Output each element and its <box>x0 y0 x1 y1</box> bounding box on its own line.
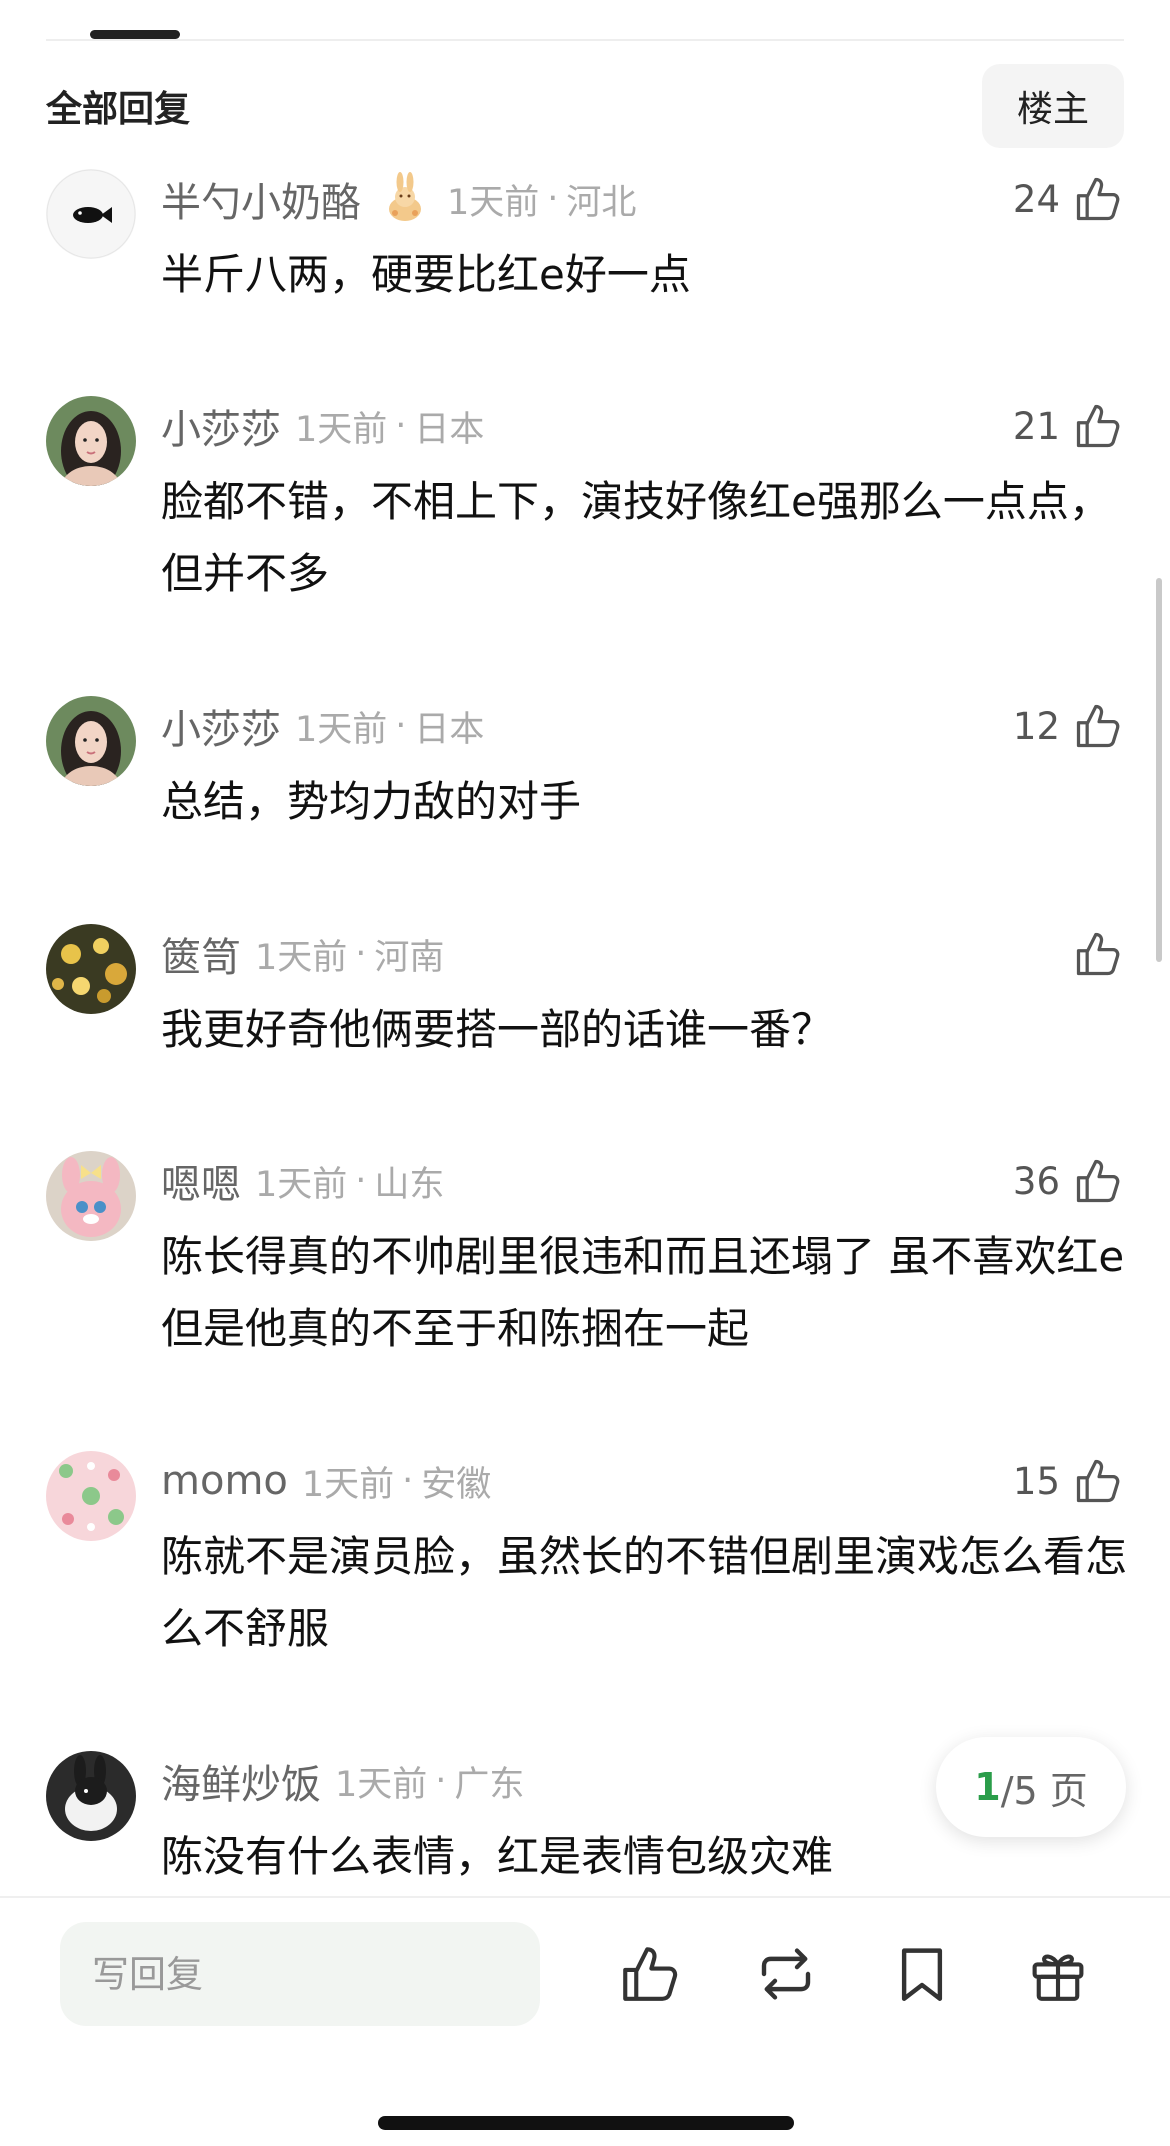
thumbs-up-icon <box>1076 404 1120 448</box>
like-button[interactable]: 24 <box>1013 169 1124 229</box>
comment-meta: momo 1天前 · 安徽 <box>161 1451 491 1511</box>
comment-meta: 小莎莎 1天前 · 日本 <box>161 696 484 756</box>
username[interactable]: 海鲜炒饭 <box>161 1752 321 1810</box>
gift-action-button[interactable] <box>1018 1934 1098 2014</box>
like-button[interactable]: 36 <box>1013 1151 1124 1211</box>
comment-time: 1天前 <box>295 709 388 750</box>
reply-input[interactable] <box>60 1922 540 2026</box>
like-icon <box>623 1947 678 2001</box>
bookmark-action-button[interactable] <box>882 1934 962 2014</box>
gift-icon <box>1032 1954 1084 2001</box>
like-button[interactable]: 21 <box>1013 396 1124 456</box>
username[interactable]: momo <box>161 1458 288 1504</box>
like-count: 36 <box>1012 1159 1060 1203</box>
scrollbar[interactable] <box>1156 578 1162 962</box>
comment-region: 安徽 <box>421 1464 492 1505</box>
comment-text: 半斤八两，硬要比红e好一点 <box>161 250 691 299</box>
comment-region: 河北 <box>566 182 637 223</box>
comment-item: 篋笥 1天前 · 河南 我更好奇他俩要搭一部的话谁一番？ <box>46 924 1124 1074</box>
like-count: 15 <box>1012 1459 1060 1503</box>
comment-item: 半勺小奶酪 1天前 · 河北 24 半斤八两，硬要比红e好一点 <box>46 169 1124 319</box>
username[interactable]: 篋笥 <box>161 925 241 983</box>
comment-meta: 小莎莎 1天前 · 日本 <box>161 396 484 456</box>
comment-text: 脸都不错，不相上下，演技好像红e强那么一点点，但并不多 <box>161 477 1111 598</box>
page-indicator-button[interactable]: 1 /5 页 <box>936 1737 1126 1837</box>
like-count: 21 <box>1012 404 1060 448</box>
comment-time: 1天前 <box>335 1764 428 1805</box>
meta-separator: · <box>547 179 559 219</box>
home-indicator[interactable] <box>378 2116 794 2130</box>
thumbs-up-icon <box>1076 177 1120 221</box>
bookmark-icon <box>901 1948 943 2001</box>
comment-page: 全部回复 楼主 半勺小奶酪 1天前 · 河北 24 半斤八两，硬要比红e好一点 … <box>0 0 1170 2146</box>
repost-action-button[interactable] <box>746 1934 826 2014</box>
current-page: 1 <box>974 1765 1001 1809</box>
comment-time: 1天前 <box>301 1464 395 1505</box>
comment-text: 我更好奇他俩要搭一部的话谁一番？ <box>161 1005 834 1054</box>
thumbs-up-icon <box>1076 932 1120 976</box>
pink-bunny-avatar-icon[interactable] <box>46 1151 136 1241</box>
comment-time: 1天前 <box>255 937 348 978</box>
meta-separator: · <box>355 1161 367 1201</box>
comment-meta: 嗯嗯 1天前 · 山东 <box>161 1151 444 1211</box>
total-pages: /5 页 <box>1000 1768 1088 1813</box>
fish-avatar-icon[interactable] <box>46 169 136 259</box>
rabbit-photo-avatar-icon[interactable] <box>46 1751 136 1841</box>
op-only-filter-button[interactable]: 楼主 <box>982 64 1124 148</box>
lantern-avatar-icon[interactable] <box>46 924 136 1014</box>
thumbs-up-icon <box>1076 1459 1120 1503</box>
comment-text: 陈就不是演员脸，虽然长的不错但剧里演戏怎么看怎么不舒服 <box>161 1532 1128 1653</box>
comment-item: 小莎莎 1天前 · 日本 12 总结，势均力敌的对手 <box>46 696 1124 846</box>
comment-time: 1天前 <box>295 409 388 450</box>
comment-meta: 篋笥 1天前 · 河南 <box>161 924 444 984</box>
meta-separator: · <box>395 706 407 746</box>
all-replies-title: 全部回复 <box>46 89 191 130</box>
comment-meta: 海鲜炒饭 1天前 · 广东 <box>161 1751 524 1811</box>
rabbit-badge-icon <box>377 171 433 227</box>
comment-item: momo 1天前 · 安徽 15 陈就不是演员脸，虽然长的不错但剧里演戏怎么看怎… <box>46 1451 1127 1661</box>
comment-region: 河南 <box>374 937 445 978</box>
comment-region: 日本 <box>414 709 485 750</box>
meta-separator: · <box>395 406 407 446</box>
comment-region: 日本 <box>414 409 485 450</box>
comment-region: 山东 <box>374 1164 445 1205</box>
meta-separator: · <box>402 1461 414 1501</box>
like-count: 12 <box>1012 704 1060 748</box>
like-count: 24 <box>1012 177 1060 221</box>
comment-text: 陈长得真的不帅剧里很违和而且还塌了 虽不喜欢红e但是他真的不至于和陈捆在一起 <box>161 1232 1125 1353</box>
like-button[interactable] <box>1060 924 1124 984</box>
meta-separator: · <box>435 1761 447 1801</box>
comment-time: 1天前 <box>255 1164 348 1205</box>
divider <box>46 39 1124 41</box>
replies-header: 全部回复 楼主 <box>46 64 1124 148</box>
username[interactable]: 小莎莎 <box>161 397 281 455</box>
portrait-avatar-icon[interactable] <box>46 696 136 786</box>
like-button[interactable]: 12 <box>1013 696 1124 756</box>
like-action-button[interactable] <box>610 1934 690 2014</box>
comment-text: 总结，势均力敌的对手 <box>161 777 582 826</box>
like-button[interactable]: 15 <box>1013 1451 1124 1511</box>
tab-indicator <box>90 30 180 39</box>
username[interactable]: 小莎莎 <box>161 697 281 755</box>
portrait-avatar-icon[interactable] <box>46 396 136 486</box>
thumbs-up-icon <box>1076 1159 1120 1203</box>
meta-separator: · <box>355 934 367 974</box>
comment-region: 广东 <box>454 1764 525 1805</box>
thumbs-up-icon <box>1076 704 1120 748</box>
comment-item: 嗯嗯 1天前 · 山东 36 陈长得真的不帅剧里很违和而且还塌了 虽不喜欢红e但… <box>46 1151 1124 1361</box>
username[interactable]: 半勺小奶酪 <box>161 170 361 228</box>
comment-time: 1天前 <box>447 182 540 223</box>
comment-item: 小莎莎 1天前 · 日本 21 脸都不错，不相上下，演技好像红e强那么一点点，但… <box>46 396 1124 606</box>
bottom-action-bar <box>0 1896 1170 2146</box>
comment-meta: 半勺小奶酪 1天前 · 河北 <box>161 169 636 229</box>
username[interactable]: 嗯嗯 <box>161 1152 241 1210</box>
pink-pattern-avatar-icon[interactable] <box>46 1451 136 1541</box>
repost-icon <box>761 1948 811 2000</box>
